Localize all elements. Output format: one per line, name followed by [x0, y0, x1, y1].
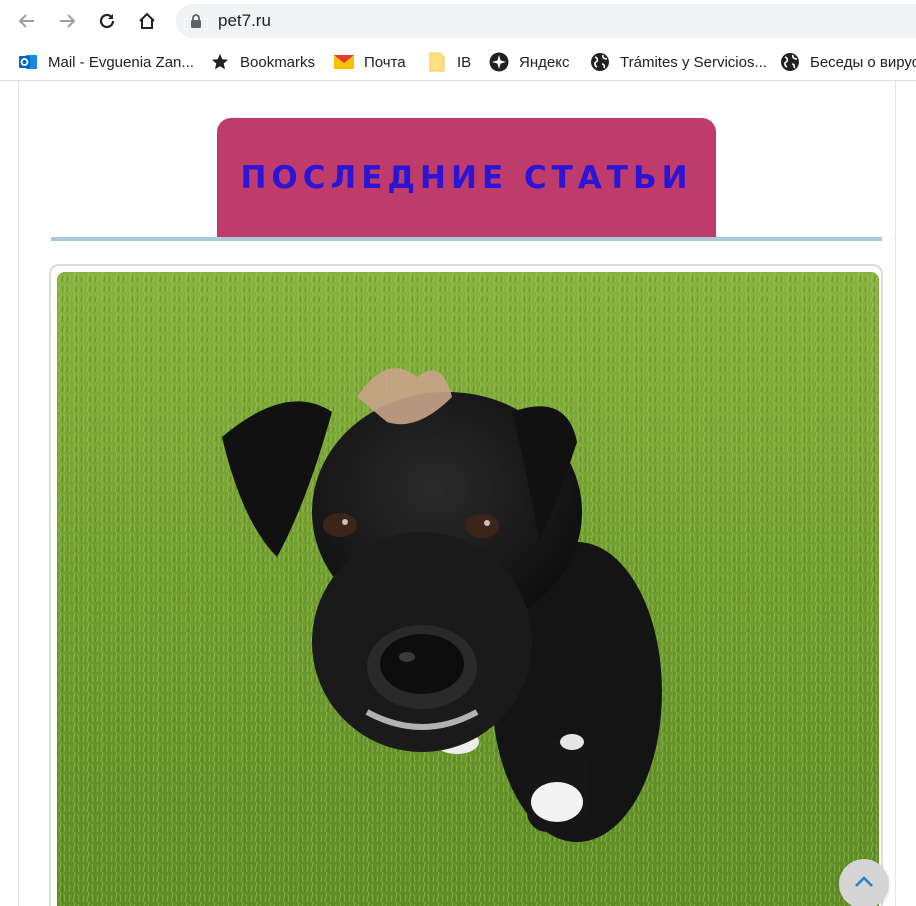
globe-icon: [780, 52, 800, 72]
bookmark-yandex[interactable]: Яндекс: [489, 51, 569, 73]
heading-divider: [51, 237, 882, 241]
dog-photo: [57, 272, 879, 906]
scroll-to-top-button[interactable]: [839, 859, 889, 906]
lock-icon: [190, 14, 202, 33]
star-icon: [210, 52, 230, 72]
home-icon[interactable]: [132, 6, 162, 36]
globe-icon: [590, 52, 610, 72]
page-content: ПОСЛЕДНИЕ СТАТЬИ: [0, 81, 916, 906]
bookmark-label: IB: [457, 53, 472, 71]
bookmark-tramites[interactable]: Trámites y Servicios...: [590, 51, 767, 73]
bookmark-label: Беседы о вирус: [810, 53, 916, 71]
bookmark-ib[interactable]: IB: [427, 51, 471, 73]
address-bar[interactable]: pet7.ru: [176, 4, 916, 38]
article-image[interactable]: [57, 272, 879, 906]
compass-icon: [489, 52, 509, 72]
bookmark-label: Bookmarks: [240, 53, 316, 71]
bookmarks-bar: Mail - Evguenia Zan... Bookmarks Почта I…: [0, 42, 916, 81]
bookmark-besedy[interactable]: Беседы о вирус: [780, 51, 916, 73]
bookmark-mail[interactable]: Mail - Evguenia Zan...: [18, 51, 194, 73]
bookmark-bookmarks[interactable]: Bookmarks: [210, 51, 315, 73]
bookmark-label: Trámites y Servicios...: [620, 53, 767, 71]
forward-arrow-icon[interactable]: [52, 6, 82, 36]
section-title: ПОСЛЕДНИЕ СТАТЬИ: [240, 159, 693, 196]
bookmark-pochta[interactable]: Почта: [334, 51, 406, 73]
browser-toolbar: pet7.ru: [0, 0, 916, 42]
bookmark-label: Яндекс: [519, 53, 570, 71]
bookmark-label: Mail - Evguenia Zan...: [48, 53, 194, 71]
bookmark-label: Почта: [364, 53, 406, 71]
article-card[interactable]: [49, 264, 883, 906]
url-text: pet7.ru: [218, 11, 271, 30]
gmail-icon: [334, 52, 354, 72]
chevron-up-icon: [854, 875, 874, 894]
outlook-icon: [18, 52, 38, 72]
reload-icon[interactable]: [92, 6, 122, 36]
section-heading: ПОСЛЕДНИЕ СТАТЬИ: [217, 118, 716, 237]
folder-icon: [427, 52, 447, 72]
back-arrow-icon[interactable]: [12, 6, 42, 36]
